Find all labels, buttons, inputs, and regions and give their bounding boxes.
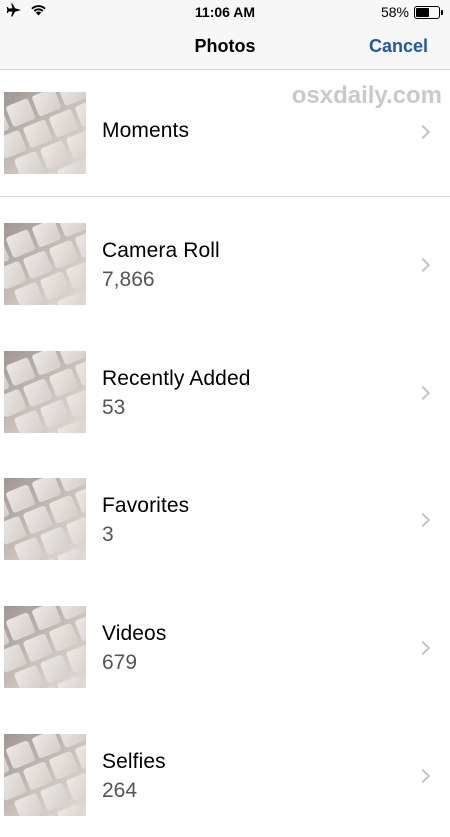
status-right: 58% xyxy=(380,4,443,20)
album-count: 679 xyxy=(102,651,138,674)
status-bar: 11:06 AM 58% xyxy=(0,0,450,24)
album-name: Selfies xyxy=(102,750,166,773)
chevron-right-icon xyxy=(415,124,431,140)
album-list: Moments Camera Roll 7,866 Recently Added… xyxy=(0,70,450,837)
album-name: Favorites xyxy=(102,494,190,517)
album-thumbnail xyxy=(4,351,86,433)
album-row-camera-roll[interactable]: Camera Roll 7,866 xyxy=(0,197,450,325)
album-name: Recently Added xyxy=(102,367,251,390)
album-thumbnail xyxy=(4,606,86,688)
album-count: 7,866 xyxy=(102,268,155,291)
battery-fill xyxy=(416,7,429,17)
album-row-favorites[interactable]: Favorites 3 xyxy=(0,453,450,581)
chevron-right-icon xyxy=(415,385,431,401)
album-count: 53 xyxy=(102,396,126,419)
album-name: Moments xyxy=(102,119,190,142)
album-count: 3 xyxy=(102,523,114,546)
album-thumbnail xyxy=(4,734,86,816)
cancel-button[interactable]: Cancel xyxy=(369,36,428,57)
album-row-videos[interactable]: Videos 679 xyxy=(0,581,450,709)
chevron-right-icon xyxy=(415,512,431,528)
battery-percent: 58% xyxy=(380,4,409,20)
chevron-right-icon xyxy=(415,257,431,273)
album-thumbnail xyxy=(4,478,86,560)
album-row-recently-added[interactable]: Recently Added 53 xyxy=(0,325,450,453)
album-row-selfies[interactable]: Selfies 264 xyxy=(0,709,450,837)
album-name: Camera Roll xyxy=(102,239,220,262)
album-name: Videos xyxy=(102,622,167,645)
album-count: 264 xyxy=(102,779,138,802)
chevron-right-icon xyxy=(415,640,431,656)
battery-icon xyxy=(414,5,443,19)
album-thumbnail xyxy=(4,92,86,174)
watermark: osxdaily.com xyxy=(291,82,442,109)
chevron-right-icon xyxy=(415,768,431,784)
album-thumbnail xyxy=(4,223,86,305)
nav-bar: Photos Cancel xyxy=(0,24,450,70)
